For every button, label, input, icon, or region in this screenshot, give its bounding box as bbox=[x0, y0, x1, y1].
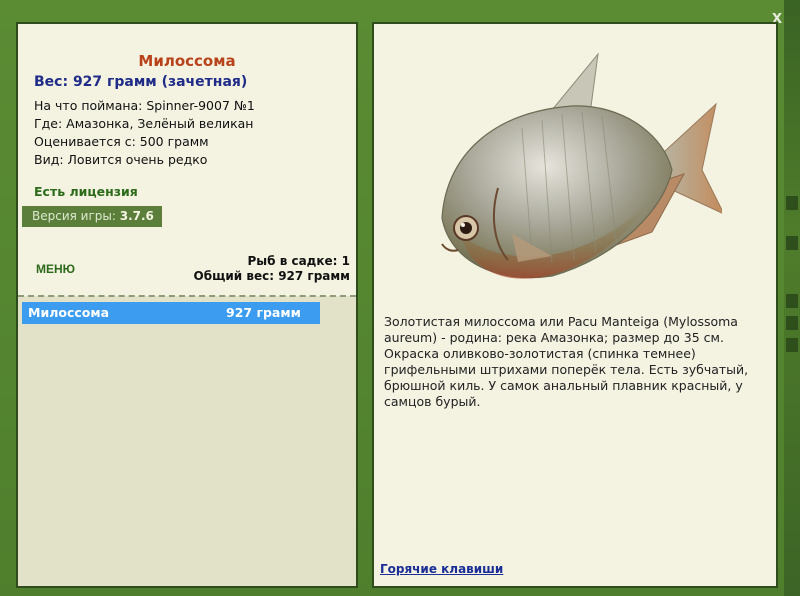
background-mark bbox=[786, 316, 798, 330]
game-version: Версия игры: 3.7.6 bbox=[22, 206, 162, 227]
background-edge bbox=[784, 0, 800, 596]
cage-count: Рыб в садке: 1 bbox=[247, 254, 351, 268]
background-mark bbox=[786, 236, 798, 250]
fish-description: Золотистая милоссома или Pacu Manteiga (… bbox=[384, 314, 749, 409]
background-mark bbox=[786, 196, 798, 210]
caught-with: На что поймана: Spinner-9007 №1 bbox=[34, 98, 255, 113]
background-mark bbox=[786, 294, 798, 308]
rated-from: Оценивается с: 500 грамм bbox=[34, 134, 209, 149]
fish-weight: Вес: 927 грамм (зачетная) bbox=[34, 74, 248, 90]
caught-where: Где: Амазонка, Зелёный великан bbox=[34, 116, 254, 131]
license-status: Есть лицензия bbox=[34, 184, 138, 199]
fish-description-panel: Золотистая милоссома или Pacu Manteiga (… bbox=[372, 22, 778, 588]
rarity: Вид: Ловится очень редко bbox=[34, 152, 208, 167]
fish-details: Милоссома Вес: 927 грамм (зачетная) На ч… bbox=[18, 24, 356, 296]
list-item-weight: 927 грамм bbox=[226, 305, 301, 320]
fish-info-panel: Милоссома Вес: 927 грамм (зачетная) На ч… bbox=[16, 22, 358, 588]
cage-total-weight: Общий вес: 927 грамм bbox=[193, 269, 350, 283]
menu-button[interactable]: МЕНЮ bbox=[36, 262, 75, 276]
list-item[interactable]: Милоссома 927 грамм bbox=[22, 302, 320, 324]
divider bbox=[18, 295, 356, 297]
cage-stats: Рыб в садке: 1 Общий вес: 927 грамм bbox=[194, 254, 350, 284]
fish-image bbox=[441, 52, 722, 279]
version-label: Версия игры: bbox=[32, 209, 116, 223]
hotkeys-link[interactable]: Горячие клавиши bbox=[380, 562, 503, 576]
catch-dialog: x Милоссома Вес: 927 грамм (зачетная) На… bbox=[0, 0, 784, 596]
fish-title: Милоссома bbox=[138, 52, 236, 70]
background-mark bbox=[786, 338, 798, 352]
version-value: 3.7.6 bbox=[119, 209, 154, 223]
list-item-name: Милоссома bbox=[28, 305, 109, 320]
